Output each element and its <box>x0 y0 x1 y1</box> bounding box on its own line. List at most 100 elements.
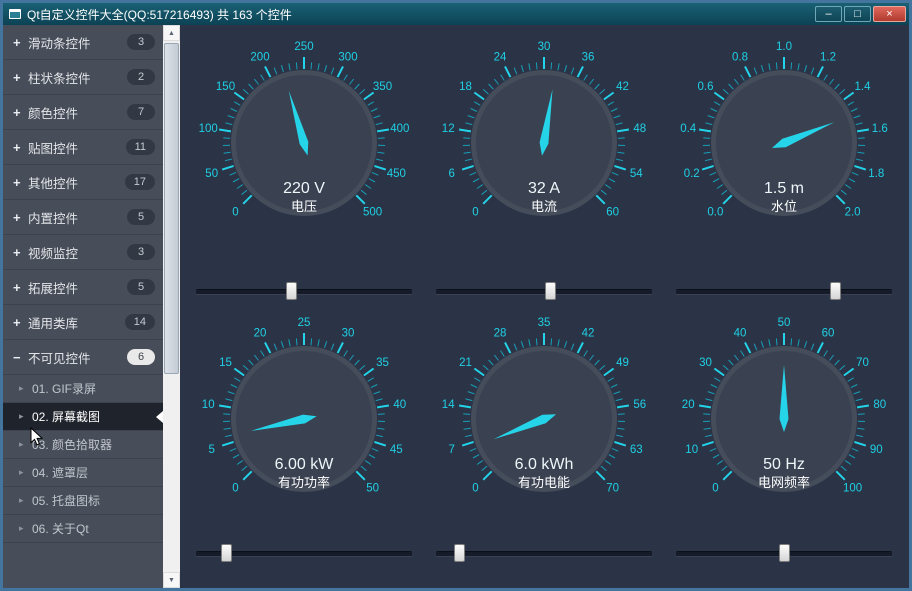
subitem-arrow-icon: ▸ <box>19 439 32 450</box>
gauge-label: 有功电能 <box>518 475 570 490</box>
category-label: 视频监控 <box>28 243 127 262</box>
sidebar-subitem-2[interactable]: ▸02. 屏幕截图 <box>3 403 163 431</box>
sidebar-subitem-6[interactable]: ▸06. 关于Qt <box>3 515 163 543</box>
slider-track[interactable] <box>436 289 652 295</box>
sidebar-category-9[interactable]: +通用类库14 <box>3 305 163 340</box>
sidebar-subitem-4[interactable]: ▸04. 遮罩层 <box>3 459 163 487</box>
slider-track[interactable] <box>196 289 412 295</box>
slider-track[interactable] <box>436 551 652 557</box>
slider-handle[interactable] <box>221 544 232 562</box>
sidebar-subitem-3[interactable]: ▸03. 颜色拾取器 <box>3 431 163 459</box>
slider-handle[interactable] <box>830 282 841 300</box>
gauge-svg: 0.00.20.40.60.81.01.21.41.61.82.01.5 m水位 <box>666 39 902 237</box>
subitem-arrow-icon: ▸ <box>19 495 32 506</box>
tick-label: 250 <box>294 41 313 53</box>
gauge-6: 010203040506070809010050 Hz电网频率 <box>664 315 904 513</box>
tick-label: 500 <box>363 207 382 219</box>
tick-label: 20 <box>254 328 267 340</box>
gauge-value: 6.00 kW <box>275 456 335 473</box>
sidebar-category-5[interactable]: +其他控件17 <box>3 165 163 200</box>
category-label: 其他控件 <box>28 173 125 192</box>
slider-4[interactable] <box>196 544 412 562</box>
maximize-button[interactable]: □ <box>844 6 871 22</box>
minimize-button[interactable]: – <box>815 6 842 22</box>
slider-1[interactable] <box>196 282 412 300</box>
tick-label: 49 <box>616 357 629 369</box>
app-icon <box>9 9 21 19</box>
count-badge: 5 <box>127 279 155 295</box>
scroll-down-icon[interactable]: ▼ <box>163 572 180 588</box>
gauge-row-2: 051015202530354045506.00 kW有功功率071421283… <box>184 315 909 513</box>
slider-handle[interactable] <box>454 544 465 562</box>
category-label: 内置控件 <box>28 208 127 227</box>
tick-label: 0.2 <box>684 168 700 180</box>
gauge-row-1: 050100150200250300350400450500220 V电压061… <box>184 39 909 237</box>
slider-5[interactable] <box>436 544 652 562</box>
tick-label: 30 <box>538 41 551 53</box>
slider-track[interactable] <box>676 289 892 295</box>
subitem-label: 05. 托盘图标 <box>32 492 100 509</box>
gauge-5: 071421283542495663706.0 kWh有功电能 <box>424 315 664 513</box>
slider-cell-2 <box>424 281 664 301</box>
tick-label: 1.2 <box>820 52 836 64</box>
slider-3[interactable] <box>676 282 892 300</box>
sidebar: +滑动条控件3+柱状条控件2+颜色控件7+贴图控件11+其他控件17+内置控件5… <box>3 25 163 588</box>
count-badge: 17 <box>125 174 155 190</box>
slider-2[interactable] <box>436 282 652 300</box>
tick-label: 150 <box>216 81 235 93</box>
expand-icon: + <box>13 210 28 225</box>
slider-handle[interactable] <box>545 282 556 300</box>
scrollbar-track[interactable] <box>163 41 180 572</box>
gauge-svg: 071421283542495663706.0 kWh有功电能 <box>426 315 662 513</box>
subitem-arrow-icon: ▸ <box>19 383 32 394</box>
gauge-value: 50 Hz <box>763 456 805 473</box>
gauge-label: 有功功率 <box>278 475 330 490</box>
slider-cell-4 <box>184 543 424 563</box>
main-row: +滑动条控件3+柱状条控件2+颜色控件7+贴图控件11+其他控件17+内置控件5… <box>3 25 909 588</box>
tick-label: 350 <box>373 81 392 93</box>
gauge-value: 6.0 kWh <box>515 456 574 473</box>
expand-icon: + <box>13 245 28 260</box>
subitem-label: 03. 颜色拾取器 <box>32 436 112 453</box>
tick-label: 0 <box>712 483 718 495</box>
gauge-svg: 010203040506070809010050 Hz电网频率 <box>666 315 902 513</box>
sidebar-category-8[interactable]: +拓展控件5 <box>3 270 163 305</box>
tick-label: 400 <box>390 123 409 135</box>
tick-label: 21 <box>459 357 472 369</box>
sidebar-category-2[interactable]: +柱状条控件2 <box>3 60 163 95</box>
sidebar-category-7[interactable]: +视频监控3 <box>3 235 163 270</box>
titlebar[interactable]: Qt自定义控件大全(QQ:517216493) 共 163 个控件 – □ × <box>3 3 909 25</box>
scroll-up-icon[interactable]: ▲ <box>163 25 180 41</box>
tick-label: 30 <box>342 328 355 340</box>
sidebar-subitem-5[interactable]: ▸05. 托盘图标 <box>3 487 163 515</box>
tick-label: 24 <box>494 52 507 64</box>
category-label: 滑动条控件 <box>28 33 127 52</box>
subitem-arrow-icon: ▸ <box>19 411 32 422</box>
sidebar-subitem-1[interactable]: ▸01. GIF录屏 <box>3 375 163 403</box>
sidebar-category-1[interactable]: +滑动条控件3 <box>3 25 163 60</box>
slider-6[interactable] <box>676 544 892 562</box>
subitem-label: 04. 遮罩层 <box>32 464 88 481</box>
tick-label: 45 <box>390 444 403 456</box>
scrollbar-thumb[interactable] <box>164 43 179 374</box>
tick-label: 48 <box>633 123 646 135</box>
tick-label: 450 <box>387 168 406 180</box>
tick-label: 300 <box>338 52 357 64</box>
tick-label: 40 <box>393 399 406 411</box>
sidebar-category-3[interactable]: +颜色控件7 <box>3 95 163 130</box>
expand-icon: + <box>13 105 28 120</box>
tick-label: 20 <box>682 399 695 411</box>
close-button[interactable]: × <box>873 6 906 22</box>
tick-label: 63 <box>630 444 643 456</box>
tick-label: 0 <box>232 207 238 219</box>
sidebar-category-10[interactable]: −不可见控件6 <box>3 340 163 375</box>
sidebar-category-4[interactable]: +贴图控件11 <box>3 130 163 165</box>
slider-handle[interactable] <box>286 282 297 300</box>
sidebar-category-6[interactable]: +内置控件5 <box>3 200 163 235</box>
gauge-svg: 051015202530354045506.00 kW有功功率 <box>186 315 422 513</box>
category-label: 拓展控件 <box>28 278 127 297</box>
tick-label: 18 <box>459 81 472 93</box>
category-label: 贴图控件 <box>28 138 126 157</box>
slider-handle[interactable] <box>779 544 790 562</box>
sidebar-scrollbar[interactable]: ▲ ▼ <box>163 25 180 588</box>
